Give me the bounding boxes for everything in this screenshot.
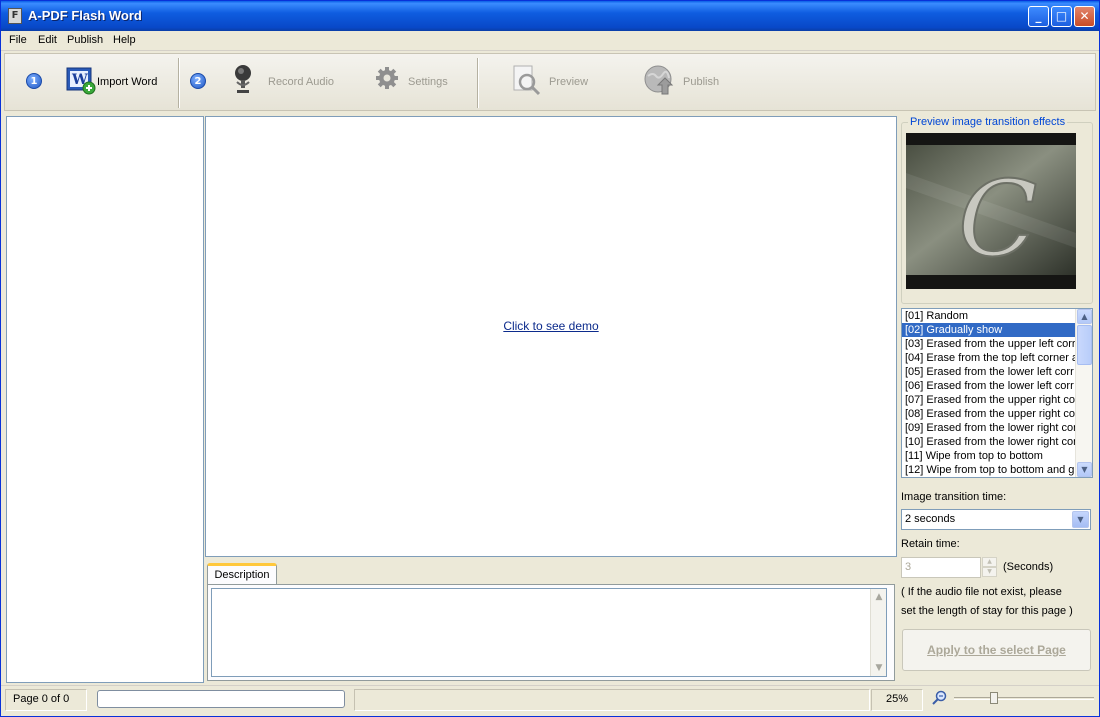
transition-preview-group: Preview image transition effects C — [901, 116, 1093, 304]
effect-list-item[interactable]: [11] Wipe from top to bottom — [902, 449, 1075, 463]
window-title: A-PDF Flash Word — [28, 8, 142, 23]
effect-list-item[interactable]: [04] Erase from the top left corner a — [902, 351, 1075, 365]
import-word-button[interactable]: W Import Word — [65, 64, 165, 100]
effect-list-item[interactable]: [10] Erased from the lower right cor — [902, 435, 1075, 449]
record-audio-label: Record Audio — [268, 76, 335, 88]
scroll-up-icon[interactable]: ▲ — [1077, 309, 1092, 324]
page-count: Page 0 of 0 — [13, 693, 70, 705]
description-textarea[interactable]: ▲ ▼ — [211, 588, 887, 677]
retain-time-label: Retain time: — [901, 538, 960, 550]
effect-list-item[interactable]: [08] Erased from the upper right cor — [902, 407, 1075, 421]
transition-preview-graphic: C — [906, 133, 1076, 289]
app-window: F A-PDF Flash Word _ □ ✕ File Edit Publi… — [0, 0, 1100, 717]
transition-preview-legend: Preview image transition effects — [908, 116, 1068, 128]
status-bar: Page 0 of 0 25% — [1, 685, 1099, 716]
title-bar[interactable]: F A-PDF Flash Word _ □ ✕ — [1, 1, 1099, 31]
effect-list-item[interactable]: [05] Erased from the lower left corr — [902, 365, 1075, 379]
menu-help[interactable]: Help — [113, 34, 136, 46]
transition-panel: Preview image transition effects C [01] … — [900, 116, 1096, 683]
audio-note-line-1: ( If the audio file not exist, please — [901, 586, 1062, 598]
effect-list-item[interactable]: [03] Erased from the upper left corr — [902, 337, 1075, 351]
close-button[interactable]: ✕ — [1074, 6, 1095, 27]
transition-time-value: 2 seconds — [905, 513, 956, 525]
effect-list-item[interactable]: [09] Erased from the lower right cor — [902, 421, 1075, 435]
gear-icon — [376, 67, 398, 89]
chevron-down-icon[interactable]: ▼ — [1072, 511, 1089, 528]
progress-bar — [97, 690, 345, 708]
spin-up-icon[interactable]: ▲ — [982, 557, 997, 567]
transition-effects-list[interactable]: [01] Random [02] Gradually show [03] Erase… — [901, 308, 1093, 478]
toolbar-separator — [178, 58, 180, 108]
microphone-icon — [235, 65, 251, 93]
menu-file[interactable]: File — [9, 34, 27, 46]
step-2-badge: 2 — [190, 73, 206, 89]
publish-button[interactable]: Publish — [643, 64, 733, 100]
import-word-label: Import Word — [97, 76, 158, 88]
menu-publish[interactable]: Publish — [67, 34, 103, 46]
effect-list-item[interactable]: [07] Erased from the upper right cor — [902, 393, 1075, 407]
description-scrollbar[interactable]: ▲ ▼ — [870, 589, 886, 676]
preview-magnifier-icon — [513, 65, 541, 96]
retain-time-unit: (Seconds) — [1003, 561, 1054, 573]
transition-time-select[interactable]: 2 seconds ▼ — [901, 509, 1091, 530]
menu-bar: File Edit Publish Help — [1, 31, 1099, 51]
preview-canvas[interactable]: Click to see demo — [205, 116, 897, 557]
toolbar: 1 W Import Word 2 Record Audio Settings … — [4, 53, 1096, 111]
demo-link[interactable]: Click to see demo — [206, 319, 896, 333]
zoom-level-cell: 25% — [871, 689, 923, 711]
description-tab-panel: ▲ ▼ — [207, 584, 895, 681]
minimize-button[interactable]: _ — [1028, 6, 1049, 27]
zoom-icon[interactable] — [932, 690, 948, 706]
preview-label: Preview — [549, 76, 589, 88]
effect-list-item[interactable]: [02] Gradually show — [902, 323, 1075, 337]
scroll-down-icon[interactable]: ▼ — [872, 661, 886, 675]
toolbar-separator — [477, 58, 479, 108]
scroll-up-icon[interactable]: ▲ — [872, 590, 886, 604]
settings-button[interactable]: Settings — [373, 64, 453, 100]
status-message-cell — [354, 689, 870, 711]
scroll-thumb[interactable] — [1077, 325, 1092, 365]
audio-note-line-2: set the length of stay for this page ) — [901, 605, 1073, 617]
settings-label: Settings — [408, 76, 448, 88]
effects-list-scrollbar[interactable]: ▲ ▼ — [1075, 309, 1092, 477]
step-1-badge: 1 — [26, 73, 42, 89]
record-audio-button[interactable]: Record Audio — [229, 64, 339, 100]
description-area: Description ▲ ▼ — [205, 559, 897, 683]
menu-edit[interactable]: Edit — [38, 34, 57, 46]
zoom-slider-track[interactable] — [954, 697, 1094, 700]
zoom-slider-thumb[interactable] — [990, 692, 998, 704]
svg-text:C: C — [958, 158, 1038, 280]
effect-list-item[interactable]: [12] Wipe from top to bottom and gr — [902, 463, 1075, 477]
maximize-button[interactable]: □ — [1051, 6, 1072, 27]
spin-down-icon[interactable]: ▼ — [982, 567, 997, 577]
effect-list-item[interactable]: [06] Erased from the lower left corr — [902, 379, 1075, 393]
pages-panel[interactable] — [6, 116, 204, 683]
preview-button[interactable]: Preview — [510, 64, 600, 100]
retain-time-input[interactable]: 3 — [901, 557, 981, 578]
scroll-down-icon[interactable]: ▼ — [1077, 462, 1092, 477]
apply-to-page-button[interactable]: Apply to the select Page — [902, 629, 1091, 671]
retain-time-stepper[interactable]: ▲ ▼ — [982, 557, 997, 578]
app-icon[interactable]: F — [8, 8, 22, 24]
page-count-cell: Page 0 of 0 — [5, 689, 87, 711]
word-document-icon: W — [66, 67, 96, 95]
transition-time-label: Image transition time: — [901, 491, 1007, 503]
transition-preview-image: C — [906, 133, 1076, 289]
zoom-level: 25% — [886, 693, 909, 705]
tab-description[interactable]: Description — [207, 563, 277, 585]
publish-label: Publish — [683, 76, 720, 88]
effect-list-item[interactable]: [01] Random — [902, 309, 1075, 323]
publish-globe-icon — [644, 65, 674, 95]
